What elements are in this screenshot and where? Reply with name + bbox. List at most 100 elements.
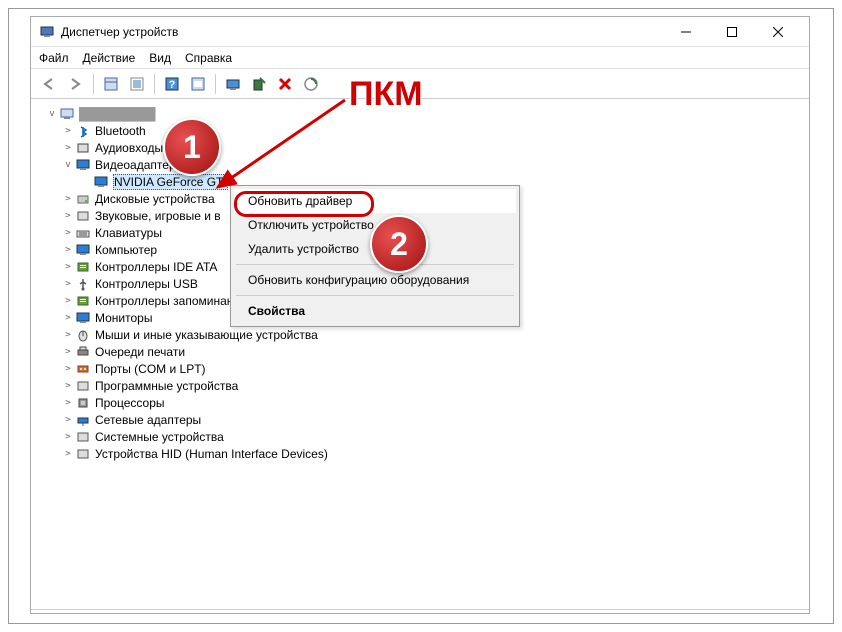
mouse-icon xyxy=(75,327,91,343)
svg-text:?: ? xyxy=(169,79,176,91)
tree-item[interactable]: > Программные устройства xyxy=(35,377,805,394)
menu-view[interactable]: Вид xyxy=(149,51,171,65)
audio-icon xyxy=(75,140,91,156)
menu-action[interactable]: Действие xyxy=(83,51,136,65)
ide-icon xyxy=(75,259,91,275)
tree-item-label: Дисковые устройства xyxy=(95,192,215,206)
tree-item[interactable]: > Устройства HID (Human Interface Devices… xyxy=(35,445,805,462)
tree-item-label: Звуковые, игровые и в xyxy=(95,209,221,223)
device-tree[interactable]: v █████████ > Bluetooth > Аудиовходы v Видеоа… xyxy=(31,99,809,609)
toolbar-show-hidden-button[interactable] xyxy=(187,73,209,95)
tree-item-label: Компьютер xyxy=(95,243,157,257)
tree-root[interactable]: v █████████ xyxy=(35,105,805,122)
tree-item-label: Сетевые адаптеры xyxy=(95,413,201,427)
tree-item[interactable]: > Очереди печати xyxy=(35,343,805,360)
toolbar-help-button[interactable]: ? xyxy=(161,73,183,95)
tree-item-label: Клавиатуры xyxy=(95,226,162,240)
expand-icon[interactable]: > xyxy=(61,279,75,289)
expand-icon[interactable]: > xyxy=(61,262,75,272)
context-menu-item[interactable]: Отключить устройство xyxy=(234,213,516,237)
app-icon xyxy=(39,24,55,40)
keyboard-icon xyxy=(75,225,91,241)
expand-icon[interactable]: > xyxy=(61,449,75,459)
minimize-button[interactable] xyxy=(663,17,709,47)
tree-item[interactable]: > Сетевые адаптеры xyxy=(35,411,805,428)
context-menu: Обновить драйверОтключить устройствоУдал… xyxy=(230,185,520,327)
tree-item[interactable]: > Аудиовходы xyxy=(35,139,805,156)
expand-icon[interactable]: > xyxy=(61,381,75,391)
expand-icon[interactable]: > xyxy=(61,432,75,442)
expand-icon[interactable]: > xyxy=(61,245,75,255)
expand-icon[interactable]: > xyxy=(61,330,75,340)
tree-item-label: Контроллеры USB xyxy=(95,277,198,291)
close-button[interactable] xyxy=(755,17,801,47)
menu-file[interactable]: Файл xyxy=(39,51,69,65)
toolbar-uninstall-button[interactable] xyxy=(248,73,270,95)
hid-icon xyxy=(75,446,91,462)
tree-item-label: Видеоадаптеры xyxy=(95,158,184,172)
expand-icon[interactable]: > xyxy=(61,415,75,425)
tree-item[interactable]: v Видеоадаптеры xyxy=(35,156,805,173)
expand-icon[interactable]: > xyxy=(61,211,75,221)
expand-icon[interactable]: > xyxy=(61,364,75,374)
context-menu-item[interactable]: Обновить конфигурацию оборудования xyxy=(234,268,516,292)
nav-forward-button[interactable] xyxy=(65,73,87,95)
maximize-button[interactable] xyxy=(709,17,755,47)
toolbar-refresh-button[interactable] xyxy=(126,73,148,95)
usb-icon xyxy=(75,276,91,292)
root-label: █████████ xyxy=(79,107,156,121)
statusbar xyxy=(31,609,809,613)
toolbar-delete-button[interactable] xyxy=(274,73,296,95)
tree-item-label: Программные устройства xyxy=(95,379,238,393)
monitor-icon xyxy=(75,310,91,326)
software-icon xyxy=(75,378,91,394)
menu-help[interactable]: Справка xyxy=(185,51,232,65)
bluetooth-icon xyxy=(75,123,91,139)
context-menu-item[interactable]: Удалить устройство xyxy=(234,237,516,261)
menu-separator xyxy=(236,295,514,296)
computer-icon xyxy=(75,242,91,258)
tree-item-label: Очереди печати xyxy=(95,345,185,359)
tree-item-label: Мониторы xyxy=(95,311,152,325)
tree-item[interactable]: > Bluetooth xyxy=(35,122,805,139)
tree-item-label: Системные устройства xyxy=(95,430,224,444)
tree-item-label: Контроллеры IDE ATA xyxy=(95,260,217,274)
expand-icon[interactable]: > xyxy=(61,296,75,306)
printer-icon xyxy=(75,344,91,360)
expand-icon[interactable]: > xyxy=(61,398,75,408)
sound-icon xyxy=(75,208,91,224)
expand-icon[interactable]: > xyxy=(61,347,75,357)
display-icon xyxy=(93,174,109,190)
network-icon xyxy=(75,412,91,428)
context-menu-item[interactable]: Обновить драйвер xyxy=(234,189,516,213)
expand-icon[interactable]: > xyxy=(61,143,75,153)
tree-item-label: Аудиовходы xyxy=(95,141,163,155)
collapse-icon[interactable]: v xyxy=(45,109,59,119)
expand-icon[interactable]: > xyxy=(61,313,75,323)
tree-item[interactable]: > Процессоры xyxy=(35,394,805,411)
window-title: Диспетчер устройств xyxy=(61,25,178,39)
tree-item-label: Порты (COM и LPT) xyxy=(95,362,206,376)
toolbar-scan-button[interactable] xyxy=(300,73,322,95)
tree-item[interactable]: > Порты (COM и LPT) xyxy=(35,360,805,377)
toolbar-update-driver-button[interactable] xyxy=(222,73,244,95)
toolbar-properties-button[interactable] xyxy=(100,73,122,95)
expand-icon[interactable]: > xyxy=(61,126,75,136)
toolbar: ? xyxy=(31,69,809,99)
computer-icon xyxy=(59,106,75,122)
tree-item-label: Мыши и иные указывающие устройства xyxy=(95,328,318,342)
collapse-icon[interactable]: v xyxy=(61,160,75,170)
tree-item[interactable]: > Мыши и иные указывающие устройства xyxy=(35,326,805,343)
tree-item[interactable]: > Системные устройства xyxy=(35,428,805,445)
display-icon xyxy=(75,157,91,173)
tree-item-label: Устройства HID (Human Interface Devices) xyxy=(95,447,328,461)
system-icon xyxy=(75,429,91,445)
expand-icon[interactable]: > xyxy=(61,194,75,204)
expand-icon[interactable]: > xyxy=(61,228,75,238)
tree-item-label: Bluetooth xyxy=(95,124,146,138)
context-menu-item[interactable]: Свойства xyxy=(234,299,516,323)
titlebar: Диспетчер устройств xyxy=(31,17,809,47)
nav-back-button[interactable] xyxy=(39,73,61,95)
tree-item-label: Процессоры xyxy=(95,396,165,410)
storage-icon xyxy=(75,293,91,309)
